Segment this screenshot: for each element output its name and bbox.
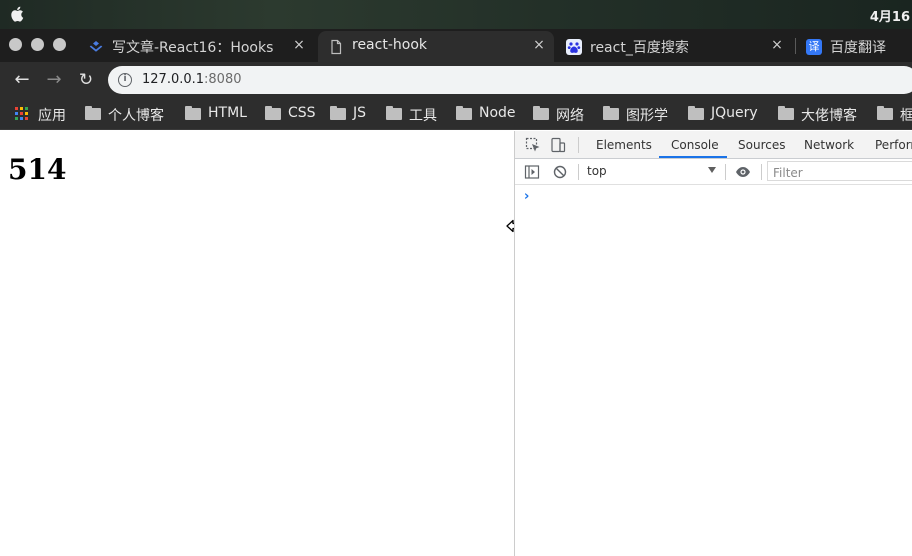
bookmark-label: 个人博客 bbox=[108, 108, 164, 124]
folder-icon bbox=[533, 106, 549, 120]
bookmark-label: 图形学 bbox=[626, 108, 668, 124]
toolbar-separator bbox=[725, 164, 726, 180]
tab-network[interactable]: Network bbox=[804, 138, 854, 152]
screen: 4月16 写文章-React16：Hooks × react-hook × re… bbox=[0, 0, 912, 556]
folder-icon bbox=[877, 106, 893, 120]
tab-elements[interactable]: Elements bbox=[596, 138, 652, 152]
tab-close-button[interactable]: × bbox=[770, 38, 784, 52]
folder-icon bbox=[778, 106, 794, 120]
tab-baidu-search[interactable]: react_百度搜索 × bbox=[556, 31, 792, 62]
tab-close-button[interactable]: × bbox=[532, 38, 546, 52]
bookmark-label: Node bbox=[479, 105, 516, 121]
window-close-dot[interactable] bbox=[9, 38, 22, 51]
console-prompt[interactable]: › bbox=[524, 189, 529, 204]
browser-tab-strip: 写文章-React16：Hooks × react-hook × react_百… bbox=[0, 29, 912, 62]
browser-toolbar: ← → ↻ i 127.0.0.1:8080 bbox=[0, 62, 912, 98]
tab-title: 百度翻译 bbox=[830, 40, 886, 56]
page-heading: 514 bbox=[8, 153, 67, 186]
eye-icon[interactable] bbox=[735, 164, 751, 180]
tab-performance[interactable]: Perform bbox=[875, 138, 912, 152]
tab-baidu-translate[interactable]: 译 百度翻译 bbox=[796, 31, 912, 62]
folder-icon bbox=[456, 106, 472, 120]
chevron-down-icon[interactable] bbox=[708, 167, 716, 173]
address-bar[interactable]: i 127.0.0.1:8080 bbox=[108, 66, 912, 94]
toolbar-separator bbox=[578, 137, 579, 153]
system-menubar: 4月16 bbox=[0, 0, 912, 29]
active-tab-indicator bbox=[659, 156, 727, 158]
bookmark-label: 网络 bbox=[556, 108, 584, 124]
sidebar-toggle-icon[interactable] bbox=[524, 164, 540, 180]
window-minimize-dot[interactable] bbox=[31, 38, 44, 51]
bookmark-label: JS bbox=[353, 105, 367, 121]
translate-icon: 译 bbox=[806, 39, 822, 55]
filter-input[interactable] bbox=[768, 164, 912, 182]
folder-icon bbox=[386, 106, 402, 120]
apple-logo-icon[interactable] bbox=[9, 5, 27, 23]
bookmark-label: 应用 bbox=[38, 108, 66, 124]
devtools-tab-bar: Elements Console Sources Network Perform bbox=[515, 131, 912, 159]
folder-icon bbox=[85, 106, 101, 120]
bookmark-label: CSS bbox=[288, 105, 316, 121]
inspect-element-icon[interactable] bbox=[525, 137, 541, 153]
tab-react-hook[interactable]: react-hook × bbox=[318, 31, 554, 62]
forward-button[interactable]: → bbox=[43, 70, 65, 90]
bookmark-label: 框 bbox=[900, 108, 912, 124]
bookmark-label: 大佬博客 bbox=[801, 108, 857, 124]
page-viewport: 514 bbox=[0, 131, 514, 556]
reload-button[interactable]: ↻ bbox=[75, 70, 97, 90]
tab-juejin[interactable]: 写文章-React16：Hooks × bbox=[78, 31, 314, 62]
folder-icon bbox=[688, 106, 704, 120]
folder-icon bbox=[330, 106, 346, 120]
folder-icon bbox=[185, 106, 201, 120]
page-icon bbox=[331, 39, 342, 55]
apps-grid-icon bbox=[15, 107, 29, 121]
folder-icon bbox=[603, 106, 619, 120]
filter-box bbox=[767, 161, 912, 182]
url-text[interactable]: 127.0.0.1:8080 bbox=[142, 72, 242, 87]
bookmark-label: 工具 bbox=[409, 108, 437, 124]
url-host: 127.0.0.1 bbox=[142, 72, 205, 87]
bookmarks-bar: 应用 个人博客 HTML CSS JS 工具 Node 网络 图形学 JQuer… bbox=[0, 98, 912, 130]
tab-title: react-hook bbox=[352, 37, 427, 53]
context-selector[interactable]: top bbox=[587, 164, 607, 178]
menubar-date[interactable]: 4月16 bbox=[870, 6, 910, 25]
folder-icon bbox=[265, 106, 281, 120]
console-toolbar: top bbox=[515, 159, 912, 185]
bookmark-label: HTML bbox=[208, 105, 247, 121]
tab-close-button[interactable]: × bbox=[292, 38, 306, 52]
device-toolbar-icon[interactable] bbox=[550, 137, 566, 153]
tab-title: 写文章-React16：Hooks bbox=[112, 40, 274, 56]
tab-console[interactable]: Console bbox=[671, 138, 719, 152]
devtools-panel: Elements Console Sources Network Perform… bbox=[514, 131, 912, 556]
toolbar-separator bbox=[578, 164, 579, 180]
back-button[interactable]: ← bbox=[11, 70, 33, 90]
toolbar-separator bbox=[761, 164, 762, 180]
url-port: :8080 bbox=[204, 72, 242, 87]
juejin-icon bbox=[89, 41, 103, 52]
clear-console-icon[interactable] bbox=[552, 164, 568, 180]
bookmark-label: JQuery bbox=[711, 105, 758, 121]
site-info-icon[interactable]: i bbox=[118, 73, 132, 87]
tab-title: react_百度搜索 bbox=[590, 40, 689, 56]
baidu-icon bbox=[566, 39, 582, 55]
window-maximize-dot[interactable] bbox=[53, 38, 66, 51]
tab-sources[interactable]: Sources bbox=[738, 138, 785, 152]
